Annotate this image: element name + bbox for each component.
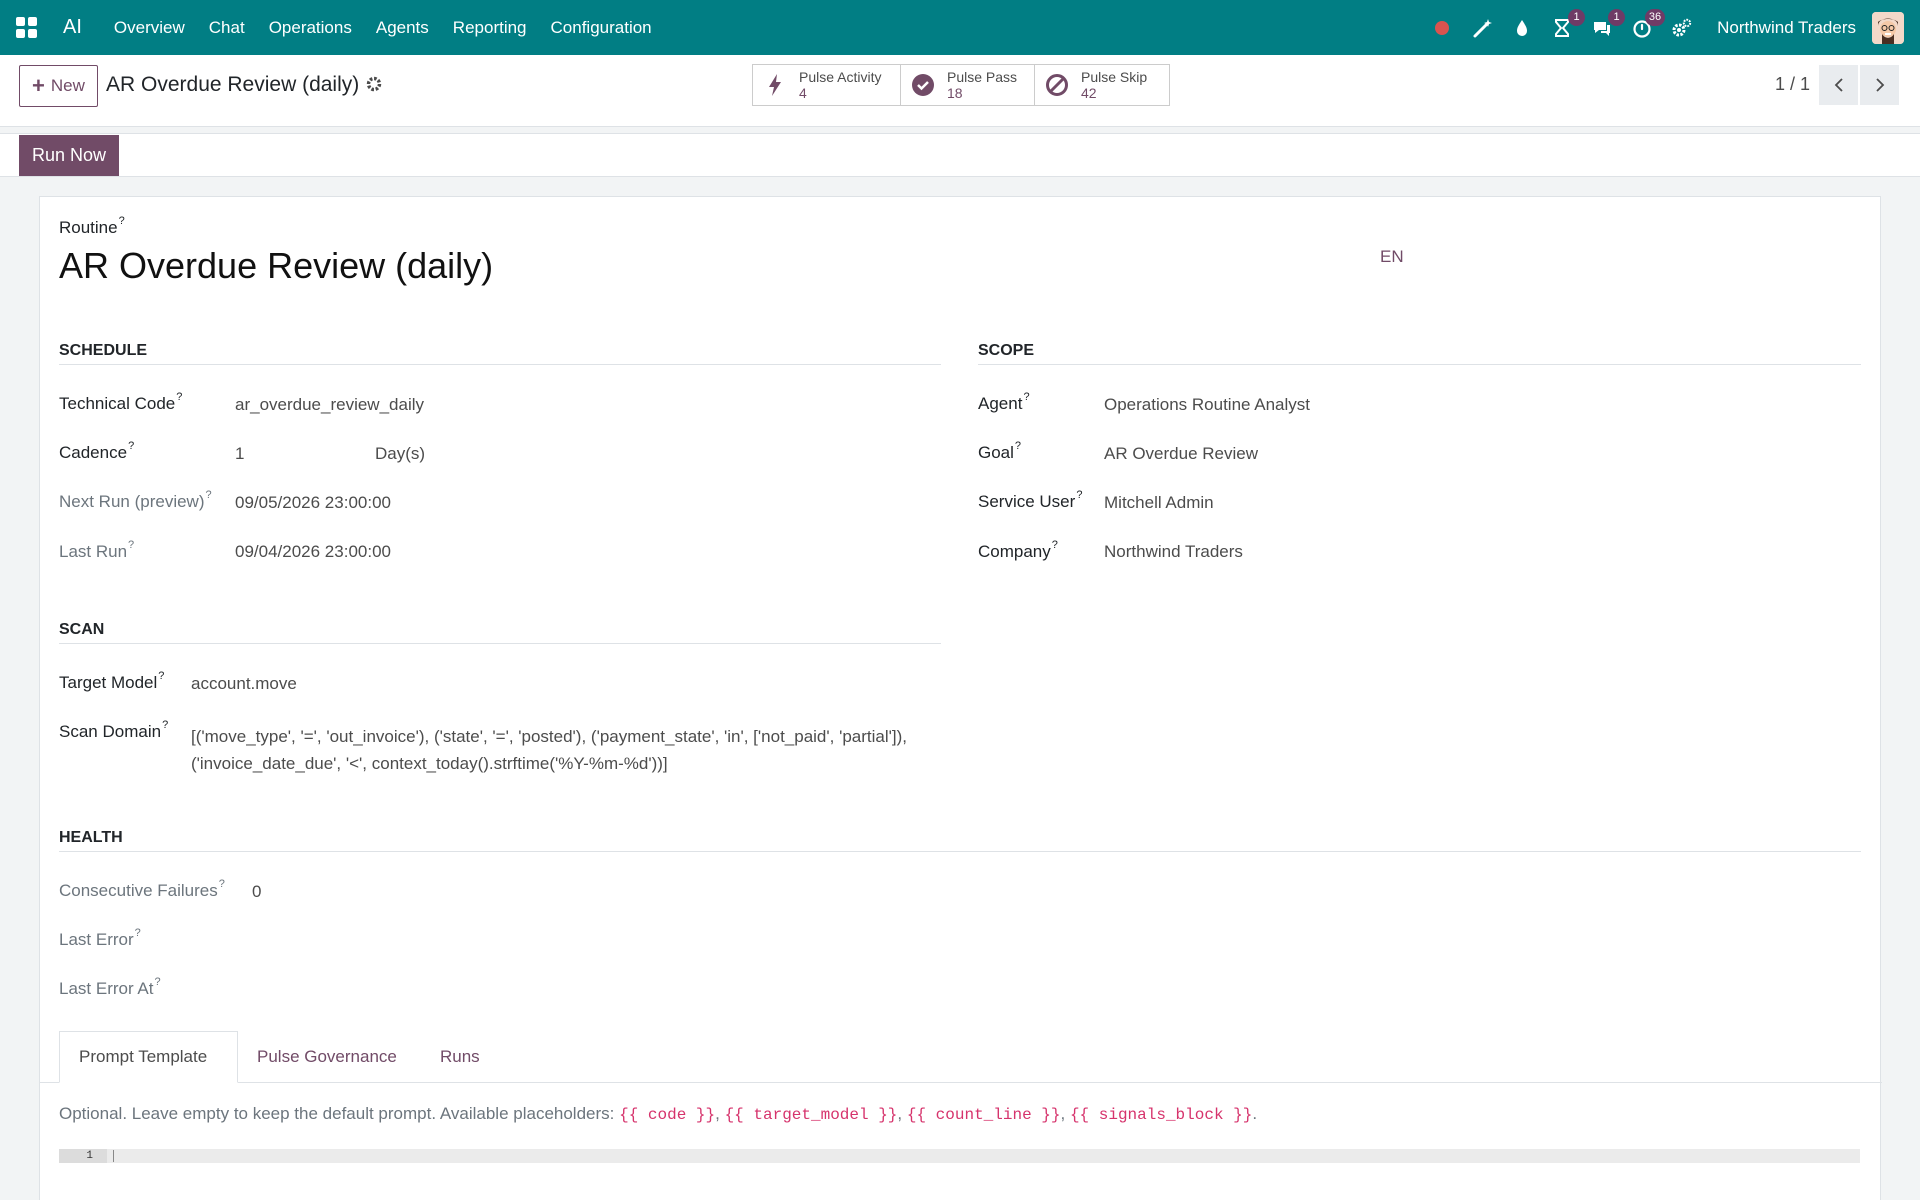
technical-code-field[interactable]: ar_overdue_review_daily xyxy=(235,395,424,415)
main-menu: Overview Chat Operations Agents Reportin… xyxy=(102,18,664,38)
menu-agents[interactable]: Agents xyxy=(364,18,441,38)
company-switcher[interactable]: Northwind Traders xyxy=(1717,18,1856,38)
activity-hourglass-icon[interactable]: 1 xyxy=(1549,8,1586,41)
last-run-label: Last Run? xyxy=(59,539,135,561)
smart-button-value: 42 xyxy=(1081,85,1097,101)
smart-button-label: Pulse Activity xyxy=(799,69,882,85)
pulse-activity-button[interactable]: Pulse Activity 4 xyxy=(753,65,901,105)
cadence-value-field[interactable]: 1 xyxy=(235,444,244,464)
target-model-field[interactable]: account.move xyxy=(191,674,297,694)
smart-button-label: Pulse Pass xyxy=(947,69,1018,85)
droplet-icon[interactable] xyxy=(1509,15,1535,41)
consecutive-failures-value: 0 xyxy=(252,882,262,901)
language-button[interactable]: EN xyxy=(1380,247,1404,267)
editor-cursor xyxy=(113,1150,114,1162)
bolt-icon xyxy=(769,74,781,96)
last-run-value: 09/04/2026 23:00:00 xyxy=(235,542,391,561)
user-avatar[interactable] xyxy=(1872,11,1904,44)
plus-icon: + xyxy=(32,73,45,98)
placeholder-signals-block: {{ signals_block }} xyxy=(1069,1106,1253,1124)
menu-configuration[interactable]: Configuration xyxy=(539,18,664,38)
menu-overview[interactable]: Overview xyxy=(102,18,197,38)
messages-badge: 1 xyxy=(1608,8,1626,26)
settings-gears-icon[interactable] xyxy=(1669,15,1695,41)
app-switcher-icon[interactable] xyxy=(16,16,38,39)
app-brand[interactable]: AI xyxy=(63,16,82,39)
agent-field[interactable]: Operations Routine Analyst xyxy=(1104,395,1310,415)
pager-value: 1 / 1 xyxy=(1774,74,1810,94)
editor-line-number: 1 xyxy=(59,1149,107,1163)
magic-wand-icon[interactable] xyxy=(1469,15,1495,41)
consecutive-failures-label: Consecutive Failures? xyxy=(59,878,225,900)
placeholder-code: {{ code }} xyxy=(619,1106,716,1124)
messages-icon[interactable]: 1 xyxy=(1589,8,1626,41)
menu-operations[interactable]: Operations xyxy=(257,18,364,38)
agent-label: Agent? xyxy=(978,391,1030,413)
form-sheet: Routine? AR Overdue Review (daily) EN SC… xyxy=(39,196,1882,1200)
cadence-unit-field[interactable]: Day(s) xyxy=(375,444,425,464)
smart-button-label: Pulse Skip xyxy=(1081,69,1148,85)
company-field[interactable]: Northwind Traders xyxy=(1104,542,1243,562)
smart-buttons: Pulse Activity 4 Pulse Pass 18 Pulse Skip 4… xyxy=(752,64,1170,106)
smart-button-value: 4 xyxy=(799,85,807,101)
new-button-label: New xyxy=(50,76,85,95)
schedule-section-title: SCHEDULE xyxy=(59,342,941,365)
control-panel: + New AR Overdue Review (daily) Pulse Act… xyxy=(0,55,1920,127)
pager-previous-button[interactable] xyxy=(1819,65,1858,105)
scan-domain-label: Scan Domain? xyxy=(59,719,169,741)
next-run-label: Next Run (preview)? xyxy=(59,489,212,511)
routine-name-field[interactable]: AR Overdue Review (daily) xyxy=(59,245,493,287)
smart-button-value: 18 xyxy=(947,85,963,101)
target-model-label: Target Model? xyxy=(59,670,165,692)
last-error-at-label: Last Error At? xyxy=(59,976,161,998)
tab-prompt-template[interactable]: Prompt Template xyxy=(59,1031,238,1083)
scan-domain-field[interactable]: [('move_type', '=', 'out_invoice'), ('st… xyxy=(191,723,907,777)
run-now-button[interactable]: Run Now xyxy=(19,135,120,176)
health-section-title: HEALTH xyxy=(59,829,1861,852)
tab-pulse-governance[interactable]: Pulse Governance xyxy=(238,1031,416,1083)
ban-icon xyxy=(1046,74,1068,96)
pager-next-button[interactable] xyxy=(1860,65,1899,105)
scope-section-title: SCOPE xyxy=(978,342,1861,365)
check-circle-icon xyxy=(912,74,934,96)
menu-chat[interactable]: Chat xyxy=(197,18,257,38)
chevron-left-icon xyxy=(1834,78,1843,92)
routine-label: Routine? xyxy=(59,215,125,237)
last-error-label: Last Error? xyxy=(59,927,141,949)
menu-reporting[interactable]: Reporting xyxy=(441,18,539,38)
prompt-template-editor[interactable]: 1 xyxy=(59,1149,1860,1163)
gear-icon[interactable] xyxy=(365,75,383,93)
prompt-help-text: Optional. Leave empty to keep the defaul… xyxy=(59,1104,1258,1124)
chevron-right-icon xyxy=(1875,78,1884,92)
pulse-skip-button[interactable]: Pulse Skip 42 xyxy=(1035,65,1169,105)
timer-badge: 36 xyxy=(1644,8,1666,26)
next-run-value: 09/05/2026 23:00:00 xyxy=(235,493,391,512)
record-dot-icon[interactable] xyxy=(1429,15,1455,41)
pulse-pass-button[interactable]: Pulse Pass 18 xyxy=(901,65,1035,105)
systray: 1 1 36 Northwind Traders xyxy=(1429,0,1920,55)
technical-code-label: Technical Code? xyxy=(59,391,183,413)
top-navbar: AI Overview Chat Operations Agents Repor… xyxy=(0,0,1920,55)
breadcrumb-title: AR Overdue Review (daily) xyxy=(106,73,360,96)
notebook-tabs: Prompt Template Pulse Governance Runs xyxy=(40,1031,1882,1083)
service-user-label: Service User? xyxy=(978,489,1083,511)
placeholder-target-model: {{ target_model }} xyxy=(724,1106,898,1124)
scan-domain-line: ('invoice_date_due', '<', context_today(… xyxy=(191,754,668,773)
scan-domain-line: [('move_type', '=', 'out_invoice'), ('st… xyxy=(191,727,907,746)
company-label: Company? xyxy=(978,539,1058,561)
goal-field[interactable]: AR Overdue Review xyxy=(1104,444,1258,464)
placeholder-count-line: {{ count_line }} xyxy=(906,1106,1061,1124)
tab-runs[interactable]: Runs xyxy=(421,1031,499,1083)
timer-icon[interactable]: 36 xyxy=(1629,8,1666,41)
cadence-label: Cadence? xyxy=(59,440,135,462)
form-statusbar: Run Now xyxy=(0,133,1920,177)
service-user-field[interactable]: Mitchell Admin xyxy=(1104,493,1214,513)
goal-label: Goal? xyxy=(978,440,1022,462)
new-button[interactable]: + New xyxy=(19,65,98,107)
activity-badge: 1 xyxy=(1568,8,1586,26)
scan-section-title: SCAN xyxy=(59,621,941,644)
